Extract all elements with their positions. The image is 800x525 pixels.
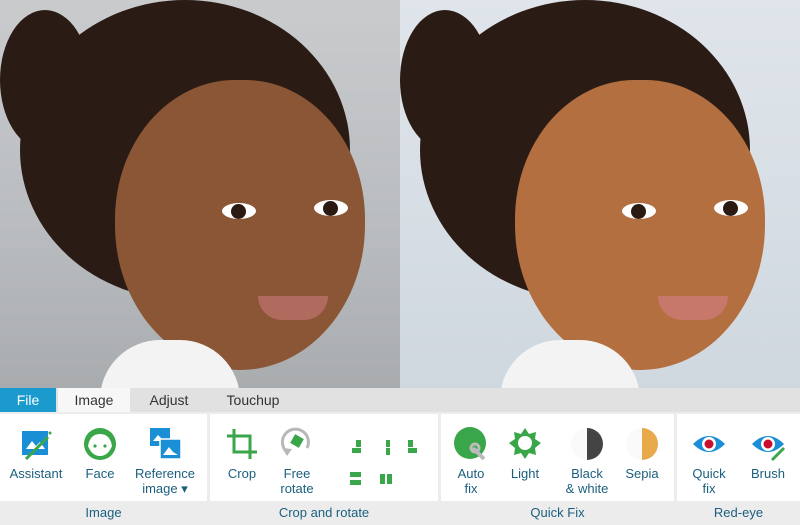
free-rotate-label: Free xyxy=(283,466,311,481)
light-label: Light xyxy=(510,466,540,481)
sepia-label: Sepia xyxy=(625,466,659,481)
red-eye-quick-fix-icon xyxy=(691,426,727,462)
red-eye-quick-fix-label: Quick xyxy=(692,466,726,481)
black-white-icon xyxy=(569,426,605,462)
black-white-label-2: & white xyxy=(565,481,609,496)
tab-touchup[interactable]: Touchup xyxy=(210,388,296,412)
group-label-image: Image xyxy=(85,505,122,520)
light-icon xyxy=(507,426,543,462)
before-photo xyxy=(0,0,400,388)
reference-label: Reference xyxy=(135,466,195,481)
group-label-crop-rotate: Crop and rotate xyxy=(278,505,370,520)
auto-fix-label-2: fix xyxy=(464,481,478,496)
red-eye-brush-icon xyxy=(750,426,786,462)
sepia-button[interactable]: Sepia xyxy=(619,426,665,481)
sepia-icon xyxy=(624,426,660,462)
ribbon-tabs: File Image Adjust Touchup xyxy=(0,388,800,412)
face-label: Face xyxy=(85,466,115,481)
auto-fix-icon xyxy=(453,426,489,462)
group-red-eye: Quick fix Brush xyxy=(677,414,800,501)
free-rotate-icon xyxy=(279,426,315,462)
free-rotate-button[interactable]: Free rotate xyxy=(272,426,322,496)
face-icon xyxy=(82,426,118,462)
light-button[interactable]: Light xyxy=(503,426,547,481)
group-label-quick-fix: Quick Fix xyxy=(530,505,585,520)
red-eye-brush-label: Brush xyxy=(751,466,785,481)
tab-adjust[interactable]: Adjust xyxy=(134,388,204,412)
tab-file[interactable]: File xyxy=(0,388,56,412)
group-crop-rotate: Crop Free rotate xyxy=(210,414,438,501)
flip-horizontal-button[interactable] xyxy=(376,472,396,488)
crop-icon xyxy=(224,426,260,462)
assistant-label: Assistant xyxy=(9,466,63,481)
red-eye-brush-button[interactable]: Brush xyxy=(743,426,793,481)
tab-image[interactable]: Image xyxy=(58,388,130,412)
auto-fix-label: Auto xyxy=(457,466,485,481)
group-label-red-eye: Red-eye xyxy=(713,505,764,520)
free-rotate-label-2: rotate xyxy=(280,481,314,496)
crop-label: Crop xyxy=(227,466,257,481)
reference-image-button[interactable]: Reference image ▾ xyxy=(130,426,200,496)
after-photo xyxy=(400,0,800,388)
rotate-right-button[interactable] xyxy=(406,440,426,456)
assistant-button[interactable]: Assistant xyxy=(4,426,68,481)
red-eye-quick-fix-button[interactable]: Quick fix xyxy=(685,426,733,496)
flip-vertical-button[interactable] xyxy=(346,472,366,488)
reference-image-icon xyxy=(147,426,183,462)
crop-button[interactable]: Crop xyxy=(220,426,264,481)
reference-label-2: image ▾ xyxy=(142,481,188,496)
red-eye-quick-fix-label-2: fix xyxy=(702,481,716,496)
assistant-icon xyxy=(18,426,54,462)
face-button[interactable]: Face xyxy=(78,426,122,481)
group-quick-fix: Auto fix Light Black & white Sepia xyxy=(441,414,674,501)
black-white-label: Black xyxy=(571,466,603,481)
rotate-center-button[interactable] xyxy=(376,440,396,456)
group-image: Assistant Face Reference image ▾ xyxy=(0,414,207,501)
black-white-button[interactable]: Black & white xyxy=(559,426,615,496)
ribbon: Assistant Face Reference image ▾ Image C… xyxy=(0,412,800,525)
rotate-left-button[interactable] xyxy=(346,440,366,456)
auto-fix-button[interactable]: Auto fix xyxy=(449,426,493,496)
